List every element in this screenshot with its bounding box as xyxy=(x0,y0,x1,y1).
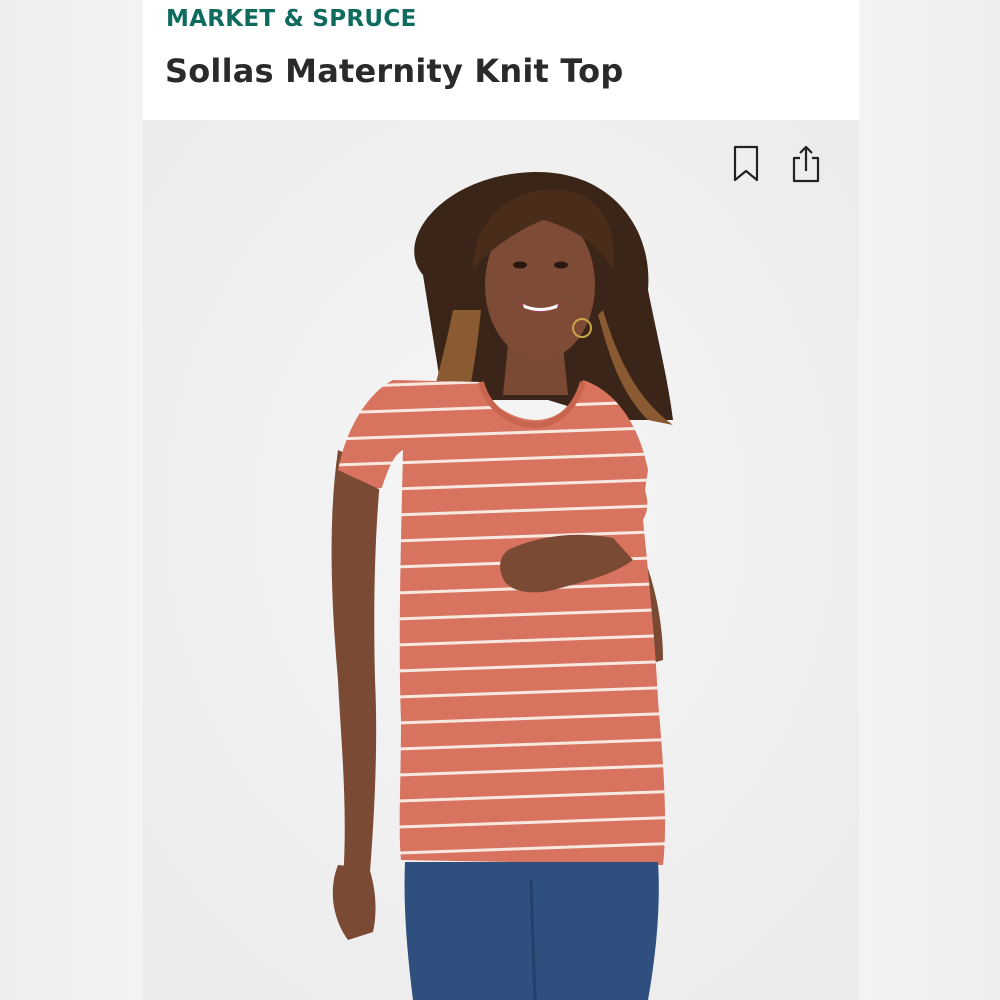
model-illustration xyxy=(143,120,859,1000)
share-button[interactable] xyxy=(788,142,824,186)
product-image[interactable] xyxy=(143,120,859,1000)
brand-name[interactable]: MARKET & SPRUCE xyxy=(166,6,417,32)
bookmark-button[interactable] xyxy=(728,142,764,186)
product-card: MARKET & SPRUCE Sollas Maternity Knit To… xyxy=(143,0,859,1000)
page: MARKET & SPRUCE Sollas Maternity Knit To… xyxy=(0,0,1000,1000)
share-icon xyxy=(792,145,820,183)
bookmark-icon xyxy=(733,145,759,182)
product-header: MARKET & SPRUCE Sollas Maternity Knit To… xyxy=(143,0,859,120)
product-title: Sollas Maternity Knit Top xyxy=(165,52,624,90)
